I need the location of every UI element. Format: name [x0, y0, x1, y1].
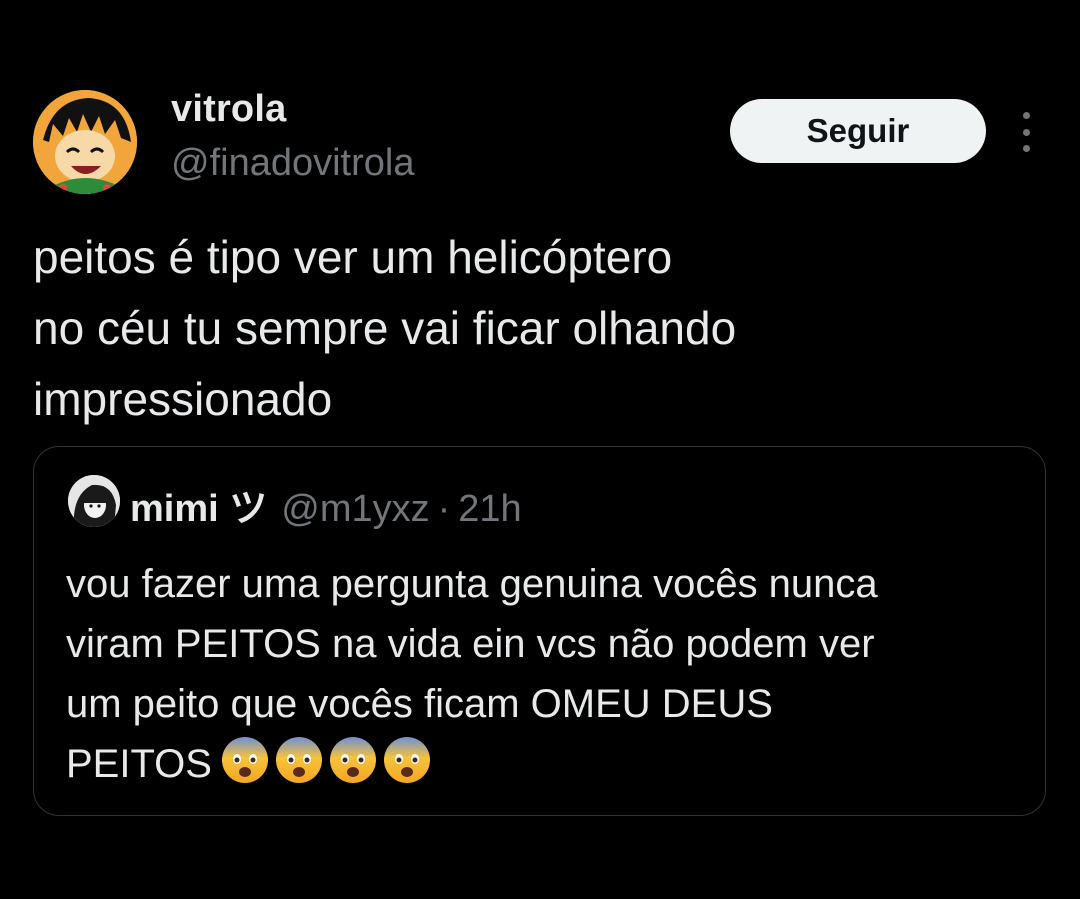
- separator-dot: ·: [437, 488, 451, 530]
- quoted-tweet[interactable]: mimi ツ @m1yxz · 21h vou fazer uma pergun…: [33, 446, 1046, 816]
- quoted-author-avatar[interactable]: [68, 475, 120, 527]
- fearful-face-emoji: [383, 737, 430, 783]
- quoted-text-line: um peito que vocês ficam OMEU DEUS: [66, 682, 773, 726]
- quoted-text-line: PEITOS: [66, 742, 212, 786]
- follow-button[interactable]: Seguir: [730, 99, 986, 163]
- tweet-text-line: no céu tu sempre vai ficar olhando: [33, 302, 737, 354]
- quoted-text-line: vou fazer uma pergunta genuina vocês nun…: [66, 562, 878, 606]
- fearful-face-emoji: [221, 737, 268, 783]
- quoted-author-handle[interactable]: @m1yxz: [281, 488, 429, 531]
- fearful-face-emoji: [275, 737, 322, 783]
- tweet-text: peitos é tipo ver um helicóptero no céu …: [33, 222, 1033, 435]
- quoted-text: vou fazer uma pergunta genuina vocês nun…: [66, 554, 1036, 794]
- tweet-card: vitrola @finadovitrola Seguir peitos é t…: [0, 0, 1080, 899]
- fearful-face-emoji: [329, 737, 376, 783]
- more-dot: [1022, 128, 1030, 136]
- cartoon-avatar-icon: [33, 90, 137, 194]
- quoted-timestamp[interactable]: 21h: [458, 488, 521, 531]
- more-dot: [1022, 145, 1030, 152]
- tweet-text-line: impressionado: [33, 373, 333, 425]
- more-dot: [1022, 112, 1030, 119]
- quoted-text-last-line: PEITOS: [66, 734, 1036, 794]
- emoji-row: [220, 735, 432, 785]
- author-handle[interactable]: @finadovitrola: [171, 142, 414, 185]
- user-avatar-icon: [68, 475, 120, 527]
- tweet-text-line: peitos é tipo ver um helicóptero: [33, 231, 673, 283]
- more-vertical-icon[interactable]: [1014, 112, 1038, 152]
- author-name[interactable]: vitrola: [171, 88, 286, 131]
- quoted-header: mimi ツ @m1yxz · 21h: [130, 477, 522, 532]
- quoted-author-name[interactable]: mimi ツ: [130, 477, 267, 532]
- author-avatar[interactable]: [33, 90, 137, 194]
- quoted-text-line: viram PEITOS na vida ein vcs não podem v…: [66, 622, 875, 666]
